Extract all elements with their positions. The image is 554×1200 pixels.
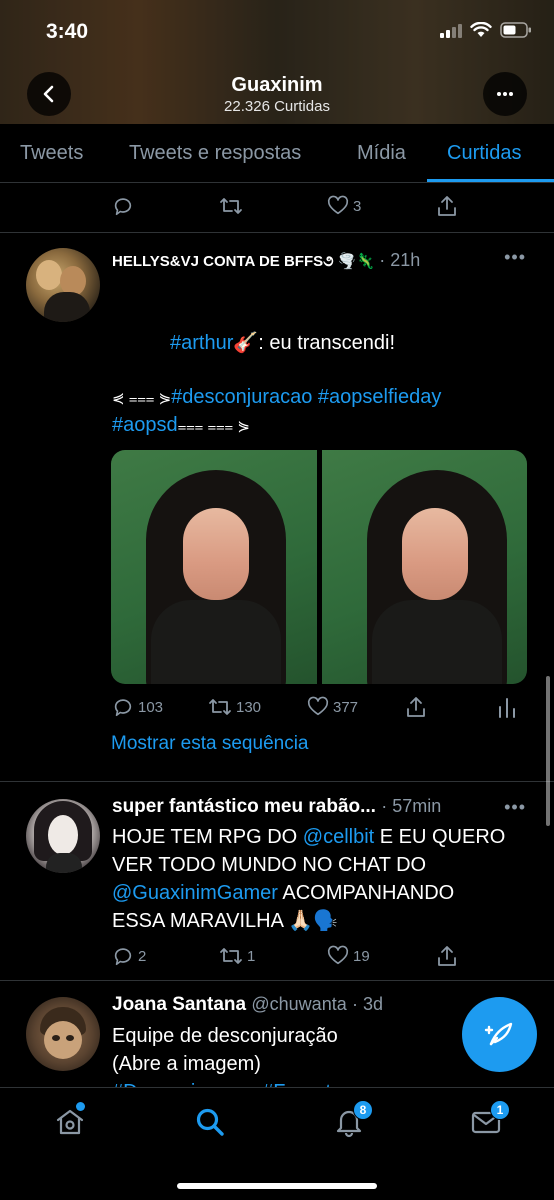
tweet-text-line: VER TODO MUNDO NO CHAT DO xyxy=(112,854,427,876)
retweet-count: 1 xyxy=(247,947,256,965)
tweet-text-line: #aopsd⩶ ⩶ ⋟ xyxy=(112,414,250,436)
messages-badge: 1 xyxy=(490,1100,510,1120)
tab-tweets-and-replies[interactable]: Tweets e respostas xyxy=(129,142,301,165)
scrollbar[interactable] xyxy=(546,676,550,826)
share-button[interactable] xyxy=(436,194,458,218)
share-icon xyxy=(438,196,456,216)
retweet-icon xyxy=(220,198,242,214)
avatar[interactable] xyxy=(26,248,100,322)
like-button[interactable]: 377 xyxy=(307,696,358,718)
wifi-icon xyxy=(470,22,492,37)
tweet-author-name[interactable]: super fantástico meu rabão... · 57min xyxy=(112,796,441,818)
tweet-author-name[interactable]: HELLYS&VJ CONTA DE BFFS૭ 🌪️🦎 · 21h xyxy=(112,250,420,271)
reply-button[interactable] xyxy=(112,195,134,217)
tab-likes[interactable]: Curtidas xyxy=(447,142,521,165)
share-icon xyxy=(438,946,456,966)
tab-media[interactable]: Mídia xyxy=(357,142,406,165)
analytics-icon xyxy=(499,698,515,718)
tweet-text-line: (Abre a imagem) xyxy=(112,1053,261,1075)
battery-icon xyxy=(500,22,531,38)
tab-tweets[interactable]: Tweets xyxy=(20,142,83,165)
mention[interactable]: @cellbit xyxy=(303,826,374,848)
new-tweets-dot xyxy=(76,1102,85,1111)
like-count: 3 xyxy=(353,197,362,215)
share-button[interactable] xyxy=(436,944,458,968)
reply-icon xyxy=(114,948,132,966)
show-thread-link[interactable]: Mostrar esta sequência xyxy=(111,730,309,758)
reply-button[interactable]: 103 xyxy=(112,696,163,718)
status-icons xyxy=(440,22,532,38)
notifications-tab[interactable]: 8 xyxy=(333,1100,373,1143)
tweet-media[interactable] xyxy=(111,450,527,684)
like-button[interactable]: 3 xyxy=(327,195,361,217)
retweet-button[interactable]: 1 xyxy=(219,945,255,967)
like-button[interactable]: 19 xyxy=(327,945,370,967)
search-tab[interactable] xyxy=(194,1106,226,1143)
home-indicator xyxy=(177,1183,377,1189)
tweet-text-line: HOJE TEM RPG DO @cellbit E EU QUERO xyxy=(112,826,506,848)
compose-feather-icon xyxy=(484,1022,512,1045)
analytics-button[interactable] xyxy=(497,697,517,719)
profile-tabs: Tweets Tweets e respostas Mídia Curtidas xyxy=(0,124,554,183)
tweet-more-button[interactable]: ••• xyxy=(504,247,526,268)
share-icon xyxy=(407,697,425,717)
like-count: 19 xyxy=(353,947,370,965)
tweet-text-line: ⋞ ⩶ ⋟#desconjuracao #aopselfieday xyxy=(112,386,442,408)
compose-tweet-button[interactable] xyxy=(462,997,537,1072)
likes-count: 22.326 Curtidas xyxy=(224,98,330,115)
tweet-author-name[interactable]: Joana Santana @chuwanta · 3d xyxy=(112,994,383,1016)
tweet-handle: @chuwanta xyxy=(251,994,347,1014)
search-icon xyxy=(196,1108,224,1136)
heart-icon xyxy=(327,195,349,215)
more-options-button[interactable] xyxy=(483,72,527,116)
tweet-text-line: @GuaxinimGamer ACOMPANHANDO xyxy=(112,882,455,904)
reply-icon xyxy=(114,198,132,216)
reply-button[interactable]: 2 xyxy=(112,945,146,967)
divider xyxy=(0,781,554,782)
heart-icon xyxy=(327,945,349,965)
reply-icon xyxy=(114,699,132,717)
heart-icon xyxy=(307,696,329,716)
reply-count: 103 xyxy=(138,698,164,716)
profile-name: Guaxinim xyxy=(231,74,323,96)
tweet-photo[interactable] xyxy=(111,450,317,684)
divider xyxy=(0,232,554,233)
tweet-more-button[interactable]: ••• xyxy=(504,797,526,818)
hashtag[interactable]: #aopsd xyxy=(112,414,178,436)
more-dots-icon xyxy=(497,92,513,96)
tweet-time: · 3d xyxy=(352,994,384,1014)
tweet-text-line: #arthur🎸: eu transcendi! xyxy=(170,332,396,354)
reply-count: 2 xyxy=(138,947,147,965)
retweet-button[interactable] xyxy=(219,195,243,217)
retweet-icon xyxy=(209,699,231,715)
messages-tab[interactable]: 1 xyxy=(470,1100,510,1143)
tweet-time: · 21h xyxy=(379,250,421,270)
tweet-text-line: ESSA MARAVILHA 🙏🏻🗣️ xyxy=(112,910,339,932)
notifications-badge: 8 xyxy=(353,1100,373,1120)
retweet-icon xyxy=(220,948,242,964)
hashtags[interactable]: #desconjuracao #aopselfieday xyxy=(171,386,441,408)
status-time: 3:40 xyxy=(46,20,89,43)
share-button[interactable] xyxy=(405,695,427,719)
signal-icon xyxy=(440,22,462,38)
tweet-text-line: Equipe de desconjuração xyxy=(112,1025,338,1047)
avatar[interactable] xyxy=(26,997,100,1071)
active-tab-indicator xyxy=(427,179,554,182)
mention[interactable]: @GuaxinimGamer xyxy=(112,882,278,904)
divider xyxy=(0,980,554,981)
avatar[interactable] xyxy=(26,799,100,873)
retweet-count: 130 xyxy=(236,698,262,716)
hashtag[interactable]: #arthur🎸 xyxy=(170,332,258,354)
like-count: 377 xyxy=(333,698,359,716)
tweet-photo[interactable] xyxy=(321,450,527,684)
home-tab[interactable] xyxy=(54,1102,86,1143)
retweet-button[interactable]: 130 xyxy=(208,696,261,718)
tweet-time: · 57min xyxy=(381,796,442,816)
